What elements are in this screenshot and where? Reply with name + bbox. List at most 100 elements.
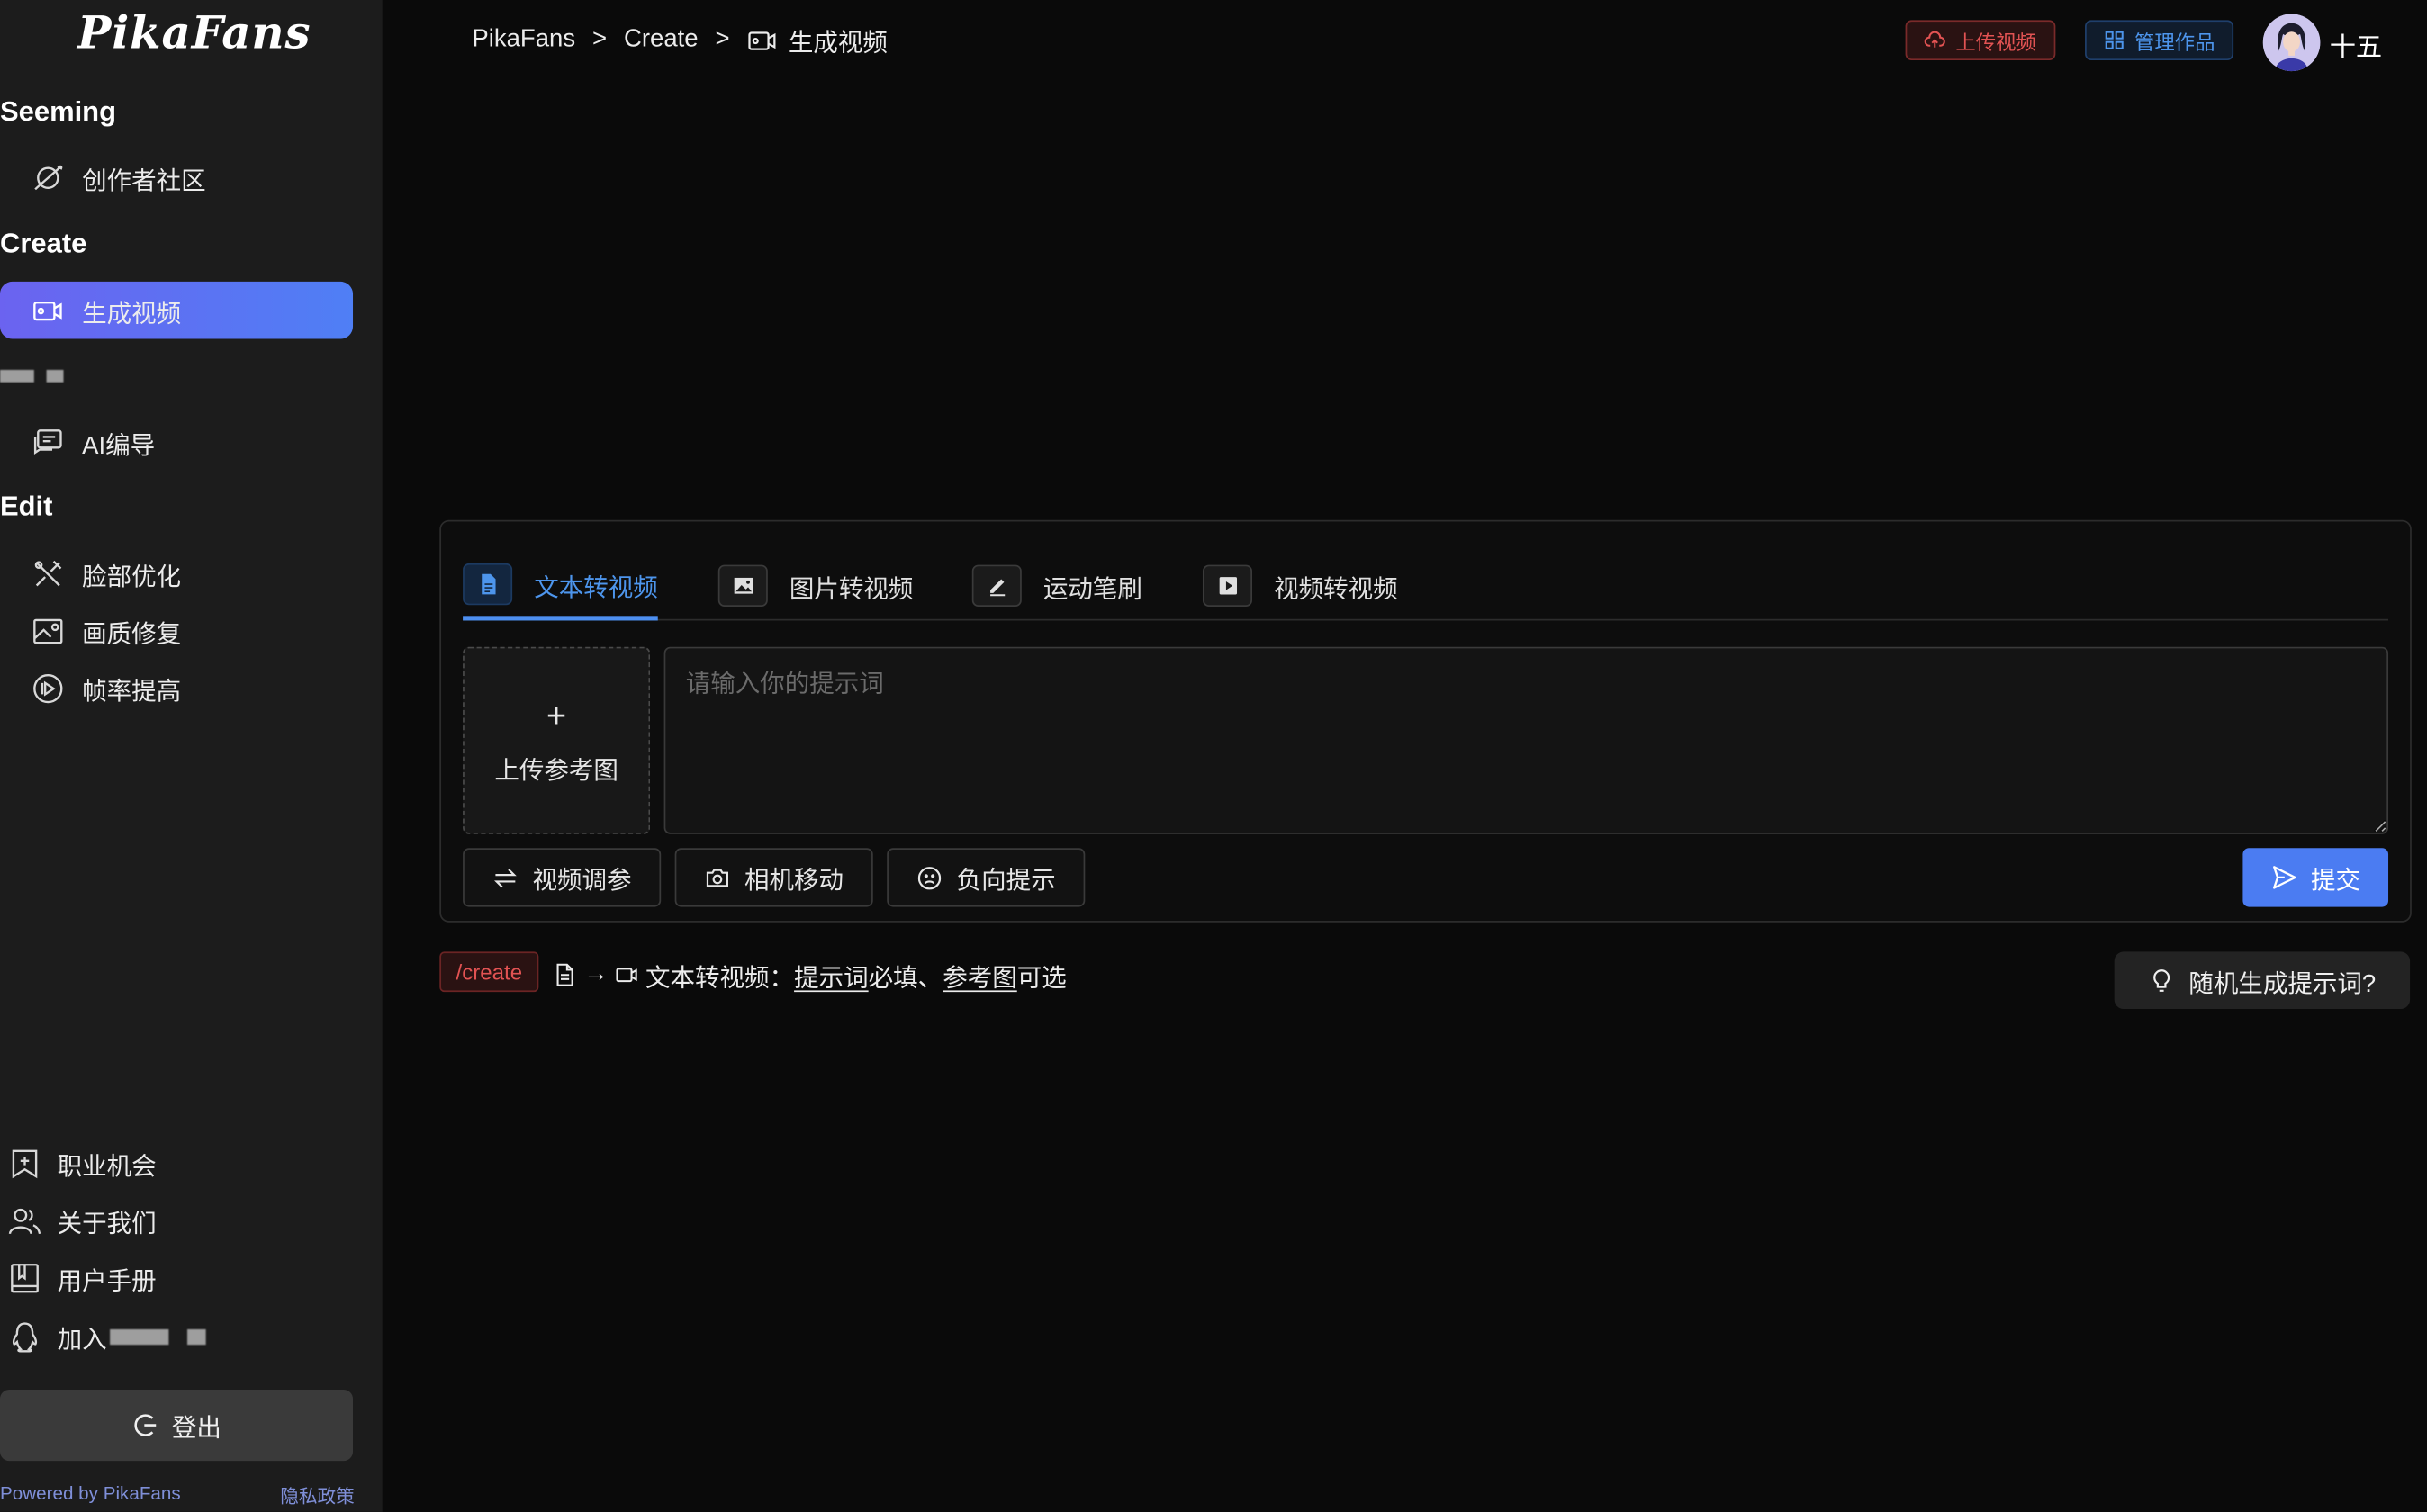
footer-item-careers[interactable]: 职业机会 bbox=[0, 1140, 157, 1187]
breadcrumb-separator: > bbox=[715, 26, 730, 53]
document-icon bbox=[463, 562, 513, 606]
chat-icon bbox=[31, 425, 65, 459]
manage-works-label: 管理作品 bbox=[2134, 30, 2215, 54]
pencil-icon bbox=[971, 564, 1022, 608]
sidebar-item-generate-video[interactable]: 生成视频 bbox=[0, 281, 354, 339]
users-icon bbox=[8, 1204, 42, 1238]
footer-item-join[interactable]: 加入 bbox=[0, 1314, 206, 1361]
qq-icon bbox=[8, 1320, 42, 1354]
upload-video-button[interactable]: 上传视频 bbox=[1905, 20, 2056, 61]
document-icon bbox=[556, 963, 573, 986]
generate-panel: 文本转视频 图片转视频 运动笔刷 视频转视频 + 上传参考图 请输入你的提示词 … bbox=[439, 519, 2412, 922]
play-circle-icon bbox=[31, 670, 65, 705]
username[interactable]: 十五 bbox=[2330, 25, 2382, 64]
privacy-policy-link[interactable]: 隐私政策 bbox=[280, 1482, 355, 1508]
send-icon bbox=[2273, 866, 2296, 889]
video-camera-icon bbox=[616, 968, 637, 983]
logout-icon bbox=[134, 1414, 157, 1436]
sidebar-item-creator-community[interactable]: 创作者社区 bbox=[0, 148, 353, 206]
random-prompt-label: 随机生成提示词? bbox=[2188, 970, 2377, 998]
footer-item-label: 加入 bbox=[57, 1328, 107, 1354]
tab-label: 视频转视频 bbox=[1274, 576, 1398, 603]
powered-by-link[interactable]: Powered by PikaFans bbox=[0, 1482, 181, 1504]
logout-label: 登出 bbox=[171, 1416, 221, 1443]
breadcrumb-item-create[interactable]: Create bbox=[624, 26, 699, 54]
camera-move-label: 相机移动 bbox=[744, 868, 844, 895]
tab-image-to-video[interactable]: 图片转视频 bbox=[717, 553, 914, 619]
bookmark-plus-icon bbox=[8, 1147, 42, 1181]
route-tag: /create bbox=[439, 951, 539, 993]
sidebar-item-label: 画质修复 bbox=[82, 621, 182, 648]
mode-tabs: 文本转视频 图片转视频 运动笔刷 视频转视频 bbox=[463, 553, 2389, 621]
sidebar-item-label: 脸部优化 bbox=[82, 563, 182, 590]
logout-button[interactable]: 登出 bbox=[0, 1390, 354, 1462]
upload-reference-label: 上传参考图 bbox=[494, 757, 618, 784]
tab-motion-brush[interactable]: 运动笔刷 bbox=[971, 553, 1142, 619]
hint-optional-field: 参考图 bbox=[943, 965, 1017, 993]
tab-video-to-video[interactable]: 视频转视频 bbox=[1202, 553, 1398, 619]
footer-item-about-us[interactable]: 关于我们 bbox=[0, 1198, 157, 1245]
grid-icon bbox=[2105, 31, 2124, 50]
negative-prompt-label: 负向提示 bbox=[956, 868, 1056, 895]
manage-works-button[interactable]: 管理作品 bbox=[2085, 20, 2234, 61]
sidebar-item-quality-repair[interactable]: 画质修复 bbox=[0, 602, 353, 660]
sidebar: PikaFans Seeming 创作者社区 Create 生成视频 AI编导 … bbox=[0, 0, 383, 1512]
image-edit-icon bbox=[31, 614, 65, 648]
sidebar-item-label: 帧率提高 bbox=[82, 678, 182, 706]
hint-required-field: 提示词 bbox=[794, 965, 869, 993]
video-params-button[interactable]: 视频调参 bbox=[463, 848, 662, 907]
mode-hint: → 文本转视频： 提示词 必填、 参考图 可选 bbox=[553, 957, 1067, 994]
video-params-label: 视频调参 bbox=[532, 868, 632, 895]
upload-reference-image[interactable]: + 上传参考图 bbox=[463, 646, 651, 834]
image-icon bbox=[717, 564, 768, 608]
hint-prefix: 文本转视频： bbox=[645, 965, 795, 993]
lightbulb-icon bbox=[2153, 969, 2170, 992]
tab-label: 图片转视频 bbox=[789, 576, 914, 603]
frown-icon bbox=[917, 866, 942, 889]
negative-prompt-button[interactable]: 负向提示 bbox=[887, 848, 1086, 907]
video-camera-icon bbox=[746, 24, 779, 57]
breadcrumb-item-home[interactable]: PikaFans bbox=[472, 26, 575, 54]
footer-item-label: 职业机会 bbox=[57, 1154, 157, 1181]
hint-required-suffix: 必填、 bbox=[868, 965, 943, 993]
random-prompt-button[interactable]: 随机生成提示词? bbox=[2114, 951, 2411, 1010]
sidebar-item-label: 创作者社区 bbox=[82, 167, 206, 194]
sidebar-item-label: 生成视频 bbox=[82, 301, 182, 328]
submit-label: 提交 bbox=[2311, 868, 2361, 895]
prompt-input[interactable] bbox=[663, 646, 2389, 834]
submit-button[interactable]: 提交 bbox=[2242, 848, 2389, 907]
redacted-text bbox=[110, 1328, 169, 1346]
camera-move-button[interactable]: 相机移动 bbox=[674, 848, 873, 907]
sidebar-item-label: AI编导 bbox=[82, 432, 156, 459]
footer-item-user-manual[interactable]: 用户手册 bbox=[0, 1255, 157, 1301]
tab-label: 运动笔刷 bbox=[1042, 576, 1142, 603]
cloud-upload-icon bbox=[1925, 31, 1946, 48]
avatar[interactable] bbox=[2262, 14, 2321, 72]
sidebar-item-frame-rate[interactable]: 帧率提高 bbox=[0, 659, 353, 716]
section-title-edit: Edit bbox=[0, 490, 53, 522]
camera-icon bbox=[706, 868, 728, 886]
footer-item-label: 用户手册 bbox=[57, 1268, 157, 1296]
tab-text-to-video[interactable]: 文本转视频 bbox=[463, 553, 658, 621]
sidebar-item-face-optimize[interactable]: 脸部优化 bbox=[0, 544, 353, 602]
video-camera-icon bbox=[31, 293, 65, 328]
sidebar-item-ai-director[interactable]: AI编导 bbox=[0, 413, 353, 471]
planet-icon bbox=[31, 160, 65, 194]
hint-optional-suffix: 可选 bbox=[1016, 965, 1067, 993]
book-icon bbox=[8, 1261, 42, 1295]
redacted-text bbox=[187, 1328, 206, 1346]
upload-video-label: 上传视频 bbox=[1955, 30, 2036, 54]
plus-icon: + bbox=[546, 695, 567, 734]
tools-icon bbox=[31, 556, 65, 590]
arrow-icon: → bbox=[583, 960, 609, 987]
play-square-icon bbox=[1202, 564, 1252, 608]
breadcrumb-separator: > bbox=[592, 26, 608, 53]
tab-label: 文本转视频 bbox=[534, 574, 658, 601]
footer-item-label: 关于我们 bbox=[57, 1211, 157, 1238]
section-title-create: Create bbox=[0, 227, 87, 259]
brand-logo[interactable]: PikaFans bbox=[77, 6, 311, 58]
swap-icon bbox=[493, 868, 517, 887]
app-root: PikaFans Seeming 创作者社区 Create 生成视频 AI编导 … bbox=[0, 0, 2427, 1512]
breadcrumb: PikaFans > Create > 生成视频 bbox=[472, 22, 888, 58]
section-title-redacted bbox=[0, 362, 64, 390]
